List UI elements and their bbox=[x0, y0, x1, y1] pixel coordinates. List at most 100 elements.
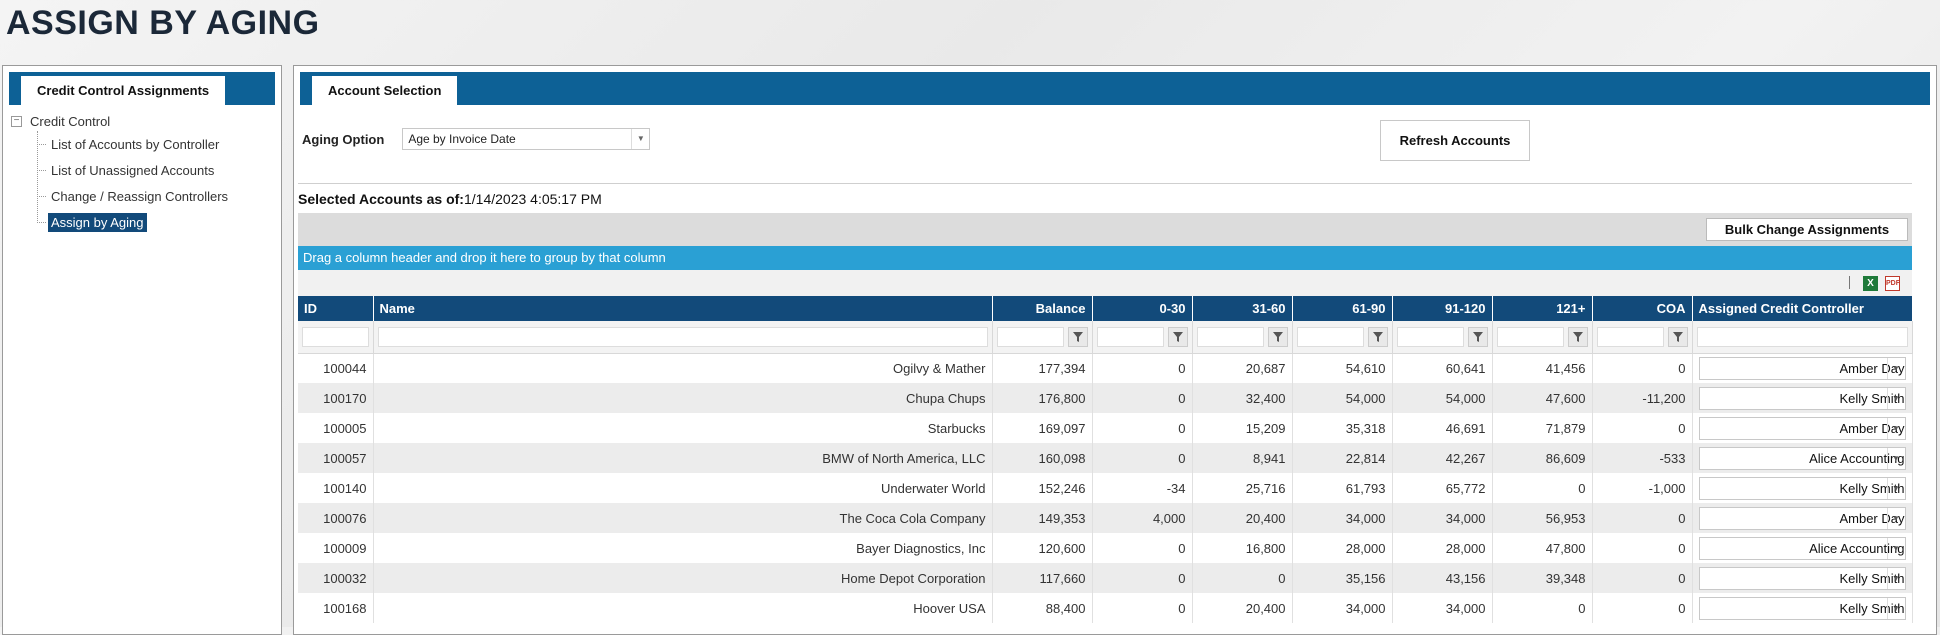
controller-select[interactable]: Alice Accounting ▼ bbox=[1698, 446, 1906, 470]
chevron-down-icon[interactable]: ▼ bbox=[1886, 537, 1905, 559]
cell-d31_60: 20,400 bbox=[1192, 503, 1293, 533]
cell-balance: 177,394 bbox=[992, 353, 1093, 383]
filter-input[interactable] bbox=[1696, 326, 1908, 347]
tree-item[interactable]: List of Unassigned Accounts bbox=[16, 157, 281, 183]
column-header[interactable]: Name bbox=[373, 296, 993, 321]
controller-select[interactable]: Kelly Smith ▼ bbox=[1698, 596, 1906, 620]
filter-input[interactable] bbox=[1096, 326, 1164, 347]
table-row[interactable]: 100168 Hoover USA 88,400 0 20,400 34,000 34,00… bbox=[298, 593, 1913, 623]
controller-select[interactable]: Alice Accounting ▼ bbox=[1698, 536, 1906, 560]
account-id-link[interactable]: 100032 bbox=[298, 563, 374, 593]
chevron-down-icon[interactable]: ▼ bbox=[1886, 597, 1905, 619]
column-header[interactable]: 91-120 bbox=[1392, 296, 1493, 321]
account-name-link[interactable]: Underwater World bbox=[373, 473, 993, 503]
refresh-accounts-button[interactable]: Refresh Accounts bbox=[1380, 120, 1530, 161]
column-header[interactable]: COA bbox=[1592, 296, 1693, 321]
filter-icon[interactable] bbox=[1067, 326, 1088, 347]
controller-select[interactable]: Kelly Smith ▼ bbox=[1698, 566, 1906, 590]
tree-item[interactable]: Change / Reassign Controllers bbox=[16, 183, 281, 209]
chevron-down-icon[interactable]: ▼ bbox=[1886, 477, 1905, 499]
column-header[interactable]: ID bbox=[298, 296, 374, 321]
column-header[interactable]: 0-30 bbox=[1092, 296, 1193, 321]
account-name-link[interactable]: The Coca Cola Company bbox=[373, 503, 993, 533]
table-header-row: ID Name Balance 0-30 31-60 61-90 91-120 121+ COA… bbox=[298, 296, 1913, 321]
table-row[interactable]: 100076 The Coca Cola Company 149,353 4,000 2… bbox=[298, 503, 1913, 533]
aging-option-select[interactable]: Age by Invoice Date ▼ bbox=[402, 128, 651, 150]
account-id-link[interactable]: 100140 bbox=[298, 473, 374, 503]
account-id-link[interactable]: 100168 bbox=[298, 593, 374, 623]
filter-cell bbox=[1196, 326, 1288, 347]
navigation-tree: − Credit Control List of Accounts by Con… bbox=[3, 105, 281, 235]
chevron-down-icon[interactable]: ▼ bbox=[1886, 447, 1905, 469]
column-header[interactable]: 61-90 bbox=[1292, 296, 1393, 321]
filter-icon[interactable] bbox=[1367, 326, 1388, 347]
filter-icon[interactable] bbox=[1467, 326, 1488, 347]
account-id-link[interactable]: 100076 bbox=[298, 503, 374, 533]
filter-input[interactable] bbox=[377, 326, 988, 347]
account-name-link[interactable]: Ogilvy & Mather bbox=[373, 353, 993, 383]
tree-item[interactable]: List of Accounts by Controller bbox=[16, 131, 281, 157]
controller-select[interactable]: Amber Day ▼ bbox=[1698, 506, 1906, 530]
column-header[interactable]: 121+ bbox=[1492, 296, 1593, 321]
account-id-link[interactable]: 100009 bbox=[298, 533, 374, 563]
controller-select[interactable]: Amber Day ▼ bbox=[1698, 356, 1906, 380]
collapse-icon[interactable]: − bbox=[11, 115, 22, 127]
controller-select[interactable]: Kelly Smith ▼ bbox=[1698, 386, 1906, 410]
column-header[interactable]: Balance bbox=[992, 296, 1093, 321]
filter-input[interactable] bbox=[1196, 326, 1264, 347]
account-name-link[interactable]: BMW of North America, LLC bbox=[373, 443, 993, 473]
filter-icon[interactable] bbox=[1567, 326, 1588, 347]
table-row[interactable]: 100140 Underwater World 152,246 -34 25,716 61… bbox=[298, 473, 1913, 503]
account-name-link[interactable]: Starbucks bbox=[373, 413, 993, 443]
table-row[interactable]: 100170 Chupa Chups 176,800 0 32,400 54,000 54,… bbox=[298, 383, 1913, 413]
tab-credit-control-assignments[interactable]: Credit Control Assignments bbox=[21, 76, 226, 105]
account-name-link[interactable]: Chupa Chups bbox=[373, 383, 993, 413]
filter-input[interactable] bbox=[302, 326, 369, 347]
filter-input[interactable] bbox=[1496, 326, 1564, 347]
table-row[interactable]: 100009 Bayer Diagnostics, Inc 120,600 0 16,8… bbox=[298, 533, 1913, 563]
tree-item-label: Assign by Aging bbox=[48, 212, 147, 232]
account-name-link[interactable]: Hoover USA bbox=[373, 593, 993, 623]
table-row[interactable]: 100057 BMW of North America, LLC 160,098 0 8… bbox=[298, 443, 1913, 473]
controller-select[interactable]: Kelly Smith ▼ bbox=[1698, 476, 1906, 500]
cell-d0_30: -34 bbox=[1092, 473, 1193, 503]
table-row[interactable]: 100032 Home Depot Corporation 117,660 0 0 35,… bbox=[298, 563, 1913, 593]
group-by-drop-zone[interactable]: Drag a column header and drop it here to… bbox=[298, 246, 1912, 270]
chevron-down-icon[interactable]: ▼ bbox=[631, 129, 649, 149]
filter-icon[interactable] bbox=[1667, 326, 1688, 347]
filter-input[interactable] bbox=[1596, 326, 1664, 347]
account-id-link[interactable]: 100057 bbox=[298, 443, 374, 473]
filter-input[interactable] bbox=[996, 326, 1064, 347]
cell-balance: 120,600 bbox=[992, 533, 1093, 563]
account-name-link[interactable]: Home Depot Corporation bbox=[373, 563, 993, 593]
excel-icon[interactable]: X bbox=[1863, 276, 1878, 291]
column-header[interactable]: Assigned Credit Controller bbox=[1692, 296, 1913, 321]
table-row[interactable]: 100044 Ogilvy & Mather 177,394 0 20,687 54,61… bbox=[298, 353, 1913, 383]
account-id-link[interactable]: 100170 bbox=[298, 383, 374, 413]
account-name-link[interactable]: Bayer Diagnostics, Inc bbox=[373, 533, 993, 563]
cell-d61_90: 61,793 bbox=[1292, 473, 1393, 503]
filter-input[interactable] bbox=[1396, 326, 1464, 347]
chevron-down-icon[interactable]: ▼ bbox=[1886, 387, 1905, 409]
filter-icon[interactable] bbox=[1167, 326, 1188, 347]
tree-root[interactable]: − Credit Control bbox=[11, 111, 281, 131]
bulk-change-assignments-button[interactable]: Bulk Change Assignments bbox=[1706, 218, 1908, 241]
chevron-down-icon[interactable]: ▼ bbox=[1886, 357, 1905, 379]
accounts-table: ID Name Balance 0-30 31-60 61-90 91-120 121+ COA… bbox=[298, 296, 1913, 623]
filter-input[interactable] bbox=[1296, 326, 1364, 347]
controller-select[interactable]: Amber Day ▼ bbox=[1698, 416, 1906, 440]
account-id-link[interactable]: 100005 bbox=[298, 413, 374, 443]
table-row[interactable]: 100005 Starbucks 169,097 0 15,209 35,318 46,69… bbox=[298, 413, 1913, 443]
tab-account-selection[interactable]: Account Selection bbox=[312, 76, 458, 105]
page-title: ASSIGN BY AGING bbox=[6, 4, 320, 42]
chevron-down-icon[interactable]: ▼ bbox=[1886, 507, 1905, 529]
chevron-down-icon[interactable]: ▼ bbox=[1886, 417, 1905, 439]
chevron-down-icon[interactable]: ▼ bbox=[1886, 567, 1905, 589]
column-header[interactable]: 31-60 bbox=[1192, 296, 1293, 321]
tree-item[interactable]: Assign by Aging bbox=[16, 209, 281, 235]
pdf-icon[interactable]: PDF bbox=[1885, 276, 1900, 291]
account-id-link[interactable]: 100044 bbox=[298, 353, 374, 383]
filter-cell bbox=[996, 326, 1088, 347]
filter-icon[interactable] bbox=[1267, 326, 1288, 347]
selected-accounts-timestamp: 1/14/2023 4:05:17 PM bbox=[463, 191, 602, 207]
